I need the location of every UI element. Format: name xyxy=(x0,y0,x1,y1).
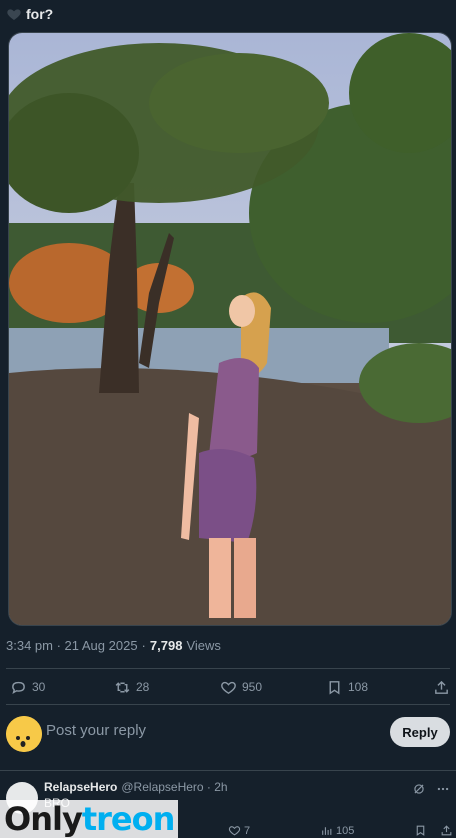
action-bar: 30 28 950 108 xyxy=(6,676,450,698)
caption-line: for? xyxy=(6,4,53,24)
like-count: 950 xyxy=(242,680,263,694)
caption-text: for? xyxy=(26,6,54,22)
divider xyxy=(0,770,456,771)
reply-header: RelapseHero @RelapseHero · 2h xyxy=(44,780,228,794)
post-meta: 3:34 pm · 21 Aug 2025 · 7,798 Views xyxy=(6,638,221,653)
reply-icon xyxy=(12,681,25,694)
photo-scene xyxy=(9,33,451,625)
reply-like-count: 7 xyxy=(244,824,251,837)
repost-icon xyxy=(115,681,130,693)
reply-like-action[interactable]: 7 xyxy=(228,824,250,837)
reply-composer: Post your reply Reply xyxy=(6,712,450,754)
reply-bookmark-action[interactable] xyxy=(414,824,427,837)
reply-count: 30 xyxy=(32,680,46,694)
watermark-part1: Only xyxy=(4,800,83,838)
views-icon xyxy=(322,827,332,835)
reply-views-count: 105 xyxy=(336,824,355,837)
bookmark-icon xyxy=(416,825,425,836)
post-timestamp[interactable]: 3:34 pm · 21 Aug 2025 xyxy=(6,638,138,653)
reply-author-name[interactable]: RelapseHero xyxy=(44,780,117,794)
reply-button[interactable]: Reply xyxy=(390,717,450,747)
bookmark-count: 108 xyxy=(348,680,369,694)
bookmark-icon xyxy=(329,680,340,694)
bookmark-action[interactable]: 108 xyxy=(326,679,368,696)
reply-views-action[interactable]: 105 xyxy=(320,824,354,837)
avatar[interactable] xyxy=(6,716,42,752)
like-action[interactable]: 950 xyxy=(220,679,262,696)
repost-count: 28 xyxy=(136,680,150,694)
divider xyxy=(6,668,450,669)
post-photo[interactable] xyxy=(8,32,452,626)
smiley-avatar-icon xyxy=(6,716,42,752)
share-action[interactable] xyxy=(433,679,450,696)
reply-author-handle[interactable]: @RelapseHero · 2h xyxy=(121,780,227,794)
watermark-logo: Only treon xyxy=(0,800,179,838)
reply-action[interactable]: 30 xyxy=(10,679,45,696)
reply-input[interactable]: Post your reply xyxy=(46,722,146,739)
like-icon xyxy=(221,681,236,694)
reply-share-action[interactable] xyxy=(440,824,453,837)
divider xyxy=(6,704,450,705)
heart-icon xyxy=(7,9,21,20)
watermark-part2: treon xyxy=(81,800,176,838)
share-icon xyxy=(435,680,448,694)
more-icon[interactable] xyxy=(436,782,450,796)
views-count: 7,798 xyxy=(149,638,183,653)
views-label: Views xyxy=(186,638,221,653)
meta-separator: · xyxy=(141,638,146,653)
grok-icon[interactable] xyxy=(412,782,426,796)
repost-action[interactable]: 28 xyxy=(114,679,149,696)
share-icon xyxy=(441,825,452,836)
like-icon xyxy=(228,826,241,836)
reply-header-icons xyxy=(412,782,450,796)
